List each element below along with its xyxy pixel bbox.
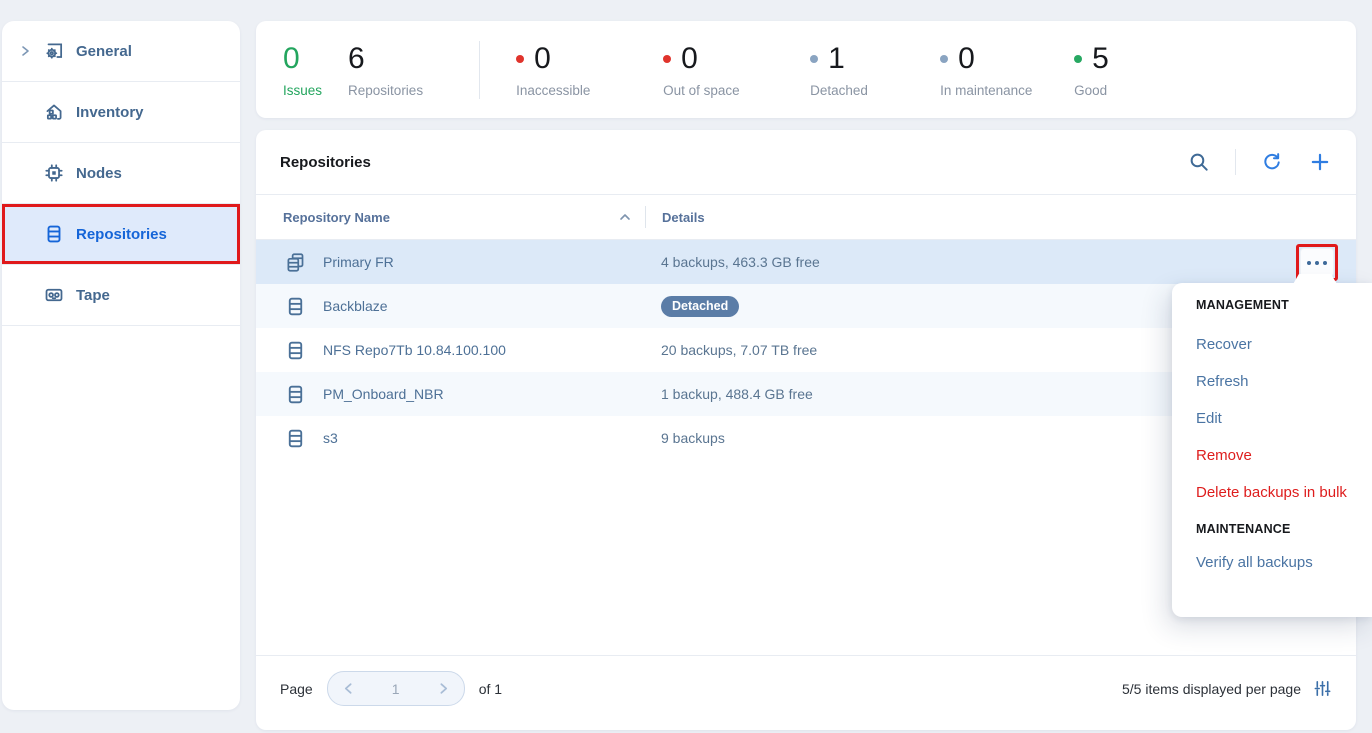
menu-item-recover[interactable]: Recover [1172,326,1372,363]
repository-name: NFS Repo7Tb 10.84.100.100 [323,342,645,358]
stat-value: 5 [1092,42,1109,76]
stat-label: Out of space [663,83,740,98]
row-actions-context-menu: MANAGEMENT Recover Refresh Edit Remove D… [1172,283,1372,617]
repository-icon [42,222,66,246]
refresh-icon[interactable] [1260,150,1284,174]
page-title: Repositories [280,154,1187,171]
menu-item-remove[interactable]: Remove [1172,437,1372,474]
toolbar-divider [1235,149,1236,175]
status-dot [663,55,671,63]
status-dot [940,55,948,63]
page-total-label: of 1 [479,681,502,697]
status-dot [1074,55,1082,63]
previous-page-icon[interactable] [342,682,355,695]
current-page-number[interactable]: 1 [392,681,400,697]
repository-name: PM_Onboard_NBR [323,386,645,402]
stat-label: Issues [283,83,322,98]
sidebar-item-label: Repositories [76,226,167,243]
stat-label: Detached [810,83,868,98]
sidebar-item-label: Nodes [76,165,122,182]
sidebar-item-inventory[interactable]: Inventory [2,82,240,143]
menu-item-delete-backups-in-bulk[interactable]: Delete backups in bulk [1172,474,1372,511]
nodes-chip-icon [42,161,66,185]
column-repository-name[interactable]: Repository Name [283,210,635,225]
pager-control: 1 [327,671,465,706]
stat-value: 0 [534,42,551,76]
stat-label: Inaccessible [516,83,590,98]
tape-icon [42,283,66,307]
repository-details: 1 backup, 488.4 GB free [645,386,813,402]
menu-section-header: MANAGEMENT [1172,290,1372,320]
repository-details: 9 backups [645,430,725,446]
items-per-page-label: 5/5 items displayed per page [1122,681,1301,697]
status-summary-bar: 0 Issues 6 Repositories 0 Inaccessible 0… [256,21,1356,118]
repository-icon [283,382,307,406]
stat-good: 5 Good [1074,42,1154,98]
sort-ascending-icon[interactable] [619,213,631,221]
repository-name: Backblaze [323,298,645,314]
stat-detached: 1 Detached [810,42,940,98]
row-actions-button[interactable] [1300,248,1334,277]
sidebar-item-tape[interactable]: Tape [2,265,240,326]
stat-out-of-space: 0 Out of space [663,42,810,98]
pagination-bar: Page 1 of 1 5/5 items displayed per page [256,655,1356,733]
repository-name: Primary FR [323,254,645,270]
sidebar-item-nodes[interactable]: Nodes [2,143,240,204]
stat-value: 6 [348,42,365,76]
stat-inaccessible: 0 Inaccessible [516,42,663,98]
menu-item-refresh[interactable]: Refresh [1172,363,1372,400]
repository-icon [283,338,307,362]
sidebar-item-label: Tape [76,287,110,304]
sidebar: General Inventory Nodes [2,21,240,710]
page-label: Page [280,681,313,697]
stat-label: In maintenance [940,83,1032,98]
menu-item-edit[interactable]: Edit [1172,400,1372,437]
scale-out-repository-icon [283,250,307,274]
stat-value: 0 [681,42,698,76]
status-dot [810,55,818,63]
column-details: Details [646,210,705,225]
stat-label: Repositories [348,83,423,98]
ellipsis-icon [1307,261,1311,265]
stat-in-maintenance: 0 In maintenance [940,42,1074,98]
repository-icon [283,426,307,450]
sidebar-item-label: General [76,43,132,60]
sidebar-item-label: Inventory [76,104,144,121]
items-per-page-settings-icon[interactable] [1313,679,1332,698]
repository-details: 4 backups, 463.3 GB free [645,254,820,270]
menu-section-header: MAINTENANCE [1172,514,1372,544]
next-page-icon[interactable] [437,682,450,695]
stat-value: 0 [958,42,975,76]
repository-details: 20 backups, 7.07 TB free [645,342,817,358]
search-icon[interactable] [1187,150,1211,174]
stat-label: Good [1074,83,1107,98]
repository-icon [283,294,307,318]
table-header: Repository Name Details [256,194,1356,240]
sidebar-item-repositories[interactable]: Repositories [2,204,240,265]
sidebar-item-general[interactable]: General [2,21,240,82]
status-badge: Detached [661,296,739,317]
menu-item-verify-all-backups[interactable]: Verify all backups [1172,544,1372,581]
stat-issues: 0 Issues [283,42,322,98]
stat-repositories: 6 Repositories [348,42,423,98]
status-dot [516,55,524,63]
add-repository-icon[interactable] [1308,150,1332,174]
stat-value: 1 [828,42,845,76]
table-row[interactable]: Primary FR 4 backups, 463.3 GB free [256,240,1356,284]
repository-name: s3 [323,430,645,446]
stat-value: 0 [283,42,300,76]
stats-divider [479,41,480,99]
context-menu-pointer [1292,274,1338,286]
inventory-icon [42,100,66,124]
column-label: Repository Name [283,210,390,225]
general-gear-icon [42,39,66,63]
chevron-right-icon[interactable] [18,45,32,57]
